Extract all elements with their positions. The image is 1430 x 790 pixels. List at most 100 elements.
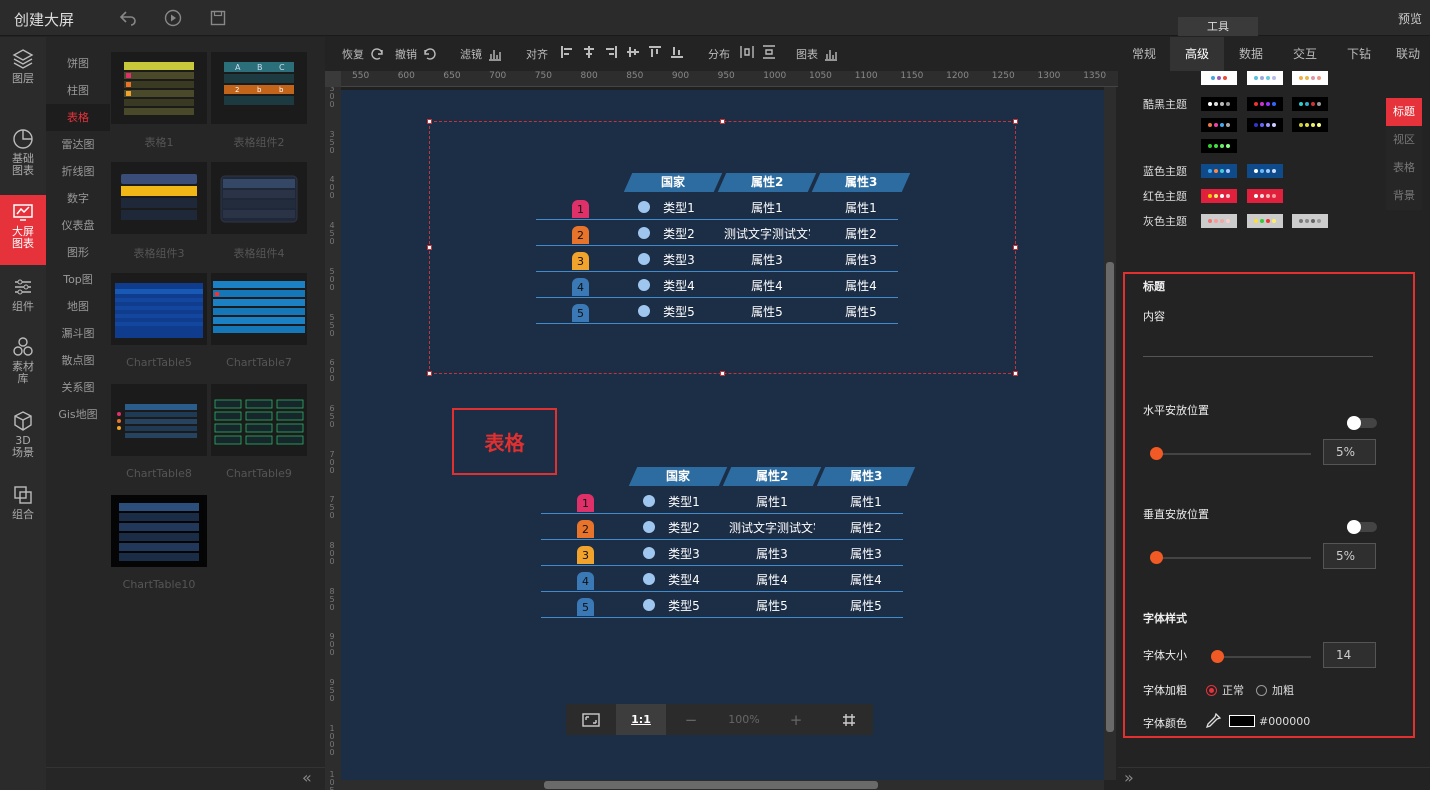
thumbnail-charttable10[interactable] [111, 495, 207, 567]
category-scatter[interactable]: 散点图 [46, 347, 110, 374]
bold-bold-radio[interactable]: 加粗 [1256, 682, 1294, 698]
theme-swatch[interactable] [1201, 71, 1237, 85]
theme-swatch[interactable] [1247, 97, 1283, 111]
category-gauge[interactable]: 仪表盘 [46, 212, 110, 239]
distribute-h-icon[interactable] [740, 45, 754, 59]
align-center-h-icon[interactable] [582, 45, 596, 59]
h-pos-toggle[interactable] [1347, 416, 1377, 430]
sidetab-table[interactable]: 表格 [1386, 154, 1422, 182]
category-line[interactable]: 折线图 [46, 158, 110, 185]
collapse-right-icon[interactable]: » [1124, 768, 1134, 787]
font-color-swatch[interactable] [1229, 715, 1255, 727]
align-left-icon[interactable] [560, 45, 574, 59]
nav-layers[interactable]: 图层 [0, 48, 46, 104]
category-radar[interactable]: 雷达图 [46, 131, 110, 158]
grid-toggle-button[interactable] [824, 704, 873, 735]
bold-normal-radio[interactable]: 正常 [1206, 682, 1244, 698]
thumbnail-charttable7[interactable] [211, 273, 307, 345]
table-row[interactable]: 3 类型3 属性3 属性3 [541, 540, 903, 566]
table-row[interactable]: 2 类型2 测试文字测试文字 属性2 [541, 514, 903, 540]
h-pos-slider[interactable] [1150, 447, 1311, 460]
thumbnail-charttable8[interactable] [111, 384, 207, 456]
thumbnail-table1[interactable] [111, 52, 207, 124]
category-funnel[interactable]: 漏斗图 [46, 320, 110, 347]
nav-components[interactable]: 组件 [0, 276, 46, 332]
undo-button[interactable]: 撤销 [395, 46, 437, 62]
category-map[interactable]: 地图 [46, 293, 110, 320]
h-pos-input[interactable]: 5% [1323, 439, 1376, 465]
category-relation[interactable]: 关系图 [46, 374, 110, 401]
theme-swatch[interactable] [1247, 164, 1283, 178]
font-size-slider[interactable] [1211, 650, 1311, 663]
save-icon[interactable] [208, 8, 228, 28]
sidetab-viewport[interactable]: 视区 [1386, 126, 1422, 154]
resize-handle[interactable] [1013, 245, 1018, 250]
v-pos-input[interactable]: 5% [1323, 543, 1376, 569]
collapse-left-icon[interactable]: « [302, 768, 312, 787]
theme-swatch[interactable] [1201, 139, 1237, 153]
category-pie[interactable]: 饼图 [46, 50, 110, 77]
thumbnail-table4[interactable] [211, 162, 307, 234]
align-top-icon[interactable] [648, 45, 662, 59]
thumbnail-charttable9[interactable] [211, 384, 307, 456]
play-icon[interactable] [163, 8, 183, 28]
category-gis[interactable]: Gis地图 [46, 401, 110, 428]
font-size-input[interactable]: 14 [1323, 642, 1376, 668]
thumbnail-charttable5[interactable] [111, 273, 207, 345]
thumbnail-table2[interactable]: A B C 2 b b [211, 52, 307, 124]
category-bar[interactable]: 柱图 [46, 77, 110, 104]
category-top[interactable]: Top图 [46, 266, 110, 293]
tab-general[interactable]: 常规 [1118, 37, 1170, 71]
theme-swatch[interactable] [1201, 214, 1237, 228]
sidetab-background[interactable]: 背景 [1386, 182, 1422, 210]
table-row[interactable]: 1 类型1 属性1 属性1 [541, 488, 903, 514]
horizontal-scrollbar[interactable] [341, 780, 1104, 790]
zoom-out-button[interactable]: − [671, 704, 711, 735]
category-shape[interactable]: 图形 [46, 239, 110, 266]
resize-handle[interactable] [427, 245, 432, 250]
v-pos-toggle[interactable] [1347, 520, 1377, 534]
theme-swatch[interactable] [1247, 214, 1283, 228]
v-pos-slider[interactable] [1150, 551, 1311, 564]
resize-handle[interactable] [720, 119, 725, 124]
tools-tab[interactable]: 工具 [1178, 17, 1258, 36]
tab-linkage[interactable]: 联动 [1386, 37, 1430, 71]
theme-swatch[interactable] [1201, 118, 1237, 132]
theme-swatch[interactable] [1292, 118, 1328, 132]
zoom-in-button[interactable]: + [776, 704, 816, 735]
nav-materials[interactable]: 素材库 [0, 336, 46, 396]
resize-handle[interactable] [1013, 371, 1018, 376]
resize-handle[interactable] [427, 119, 432, 124]
table-row[interactable]: 4 类型4 属性4 属性4 [536, 272, 898, 298]
distribute-v-icon[interactable] [762, 45, 776, 59]
table-row[interactable]: 2 类型2 测试文字测试文字 属性2 [536, 220, 898, 246]
resize-handle[interactable] [1013, 119, 1018, 124]
table-row[interactable]: 1 类型1 属性1 属性1 [536, 194, 898, 220]
theme-swatch[interactable] [1201, 164, 1237, 178]
eyedropper-icon[interactable] [1205, 712, 1222, 732]
align-right-icon[interactable] [604, 45, 618, 59]
fit-screen-button[interactable] [566, 704, 616, 735]
back-icon[interactable] [118, 8, 138, 28]
table-widget-2[interactable]: 国家属性2属性31类型1属性1属性12类型2测试文字测试文字属性23类型3属性3… [541, 467, 916, 618]
nav-3d-scene[interactable]: 3D场景 [0, 410, 46, 468]
table-widget-1[interactable]: 国家属性2属性31类型1属性1属性12类型2测试文字测试文字属性23类型3属性3… [536, 173, 911, 324]
preview-button[interactable]: 预览 [1398, 10, 1422, 27]
theme-swatch[interactable] [1201, 189, 1237, 203]
tab-advanced[interactable]: 高级 [1170, 37, 1224, 71]
horizontal-scroll-thumb[interactable] [544, 781, 878, 789]
category-number[interactable]: 数字 [46, 185, 110, 212]
content-input[interactable] [1143, 330, 1373, 357]
resize-handle[interactable] [720, 371, 725, 376]
table-row[interactable]: 4 类型4 属性4 属性4 [541, 566, 903, 592]
nav-screen-charts[interactable]: 大屏图表 [0, 195, 46, 265]
theme-swatch[interactable] [1292, 71, 1328, 85]
vertical-scrollbar[interactable] [1104, 87, 1116, 780]
chart-button[interactable]: 图表 [796, 46, 838, 62]
table-row[interactable]: 5 类型5 属性5 属性5 [536, 298, 898, 324]
resize-handle[interactable] [427, 371, 432, 376]
filter-button[interactable]: 滤镜 [460, 46, 502, 62]
vertical-scroll-thumb[interactable] [1106, 262, 1114, 732]
theme-swatch[interactable] [1247, 71, 1283, 85]
theme-swatch[interactable] [1292, 214, 1328, 228]
